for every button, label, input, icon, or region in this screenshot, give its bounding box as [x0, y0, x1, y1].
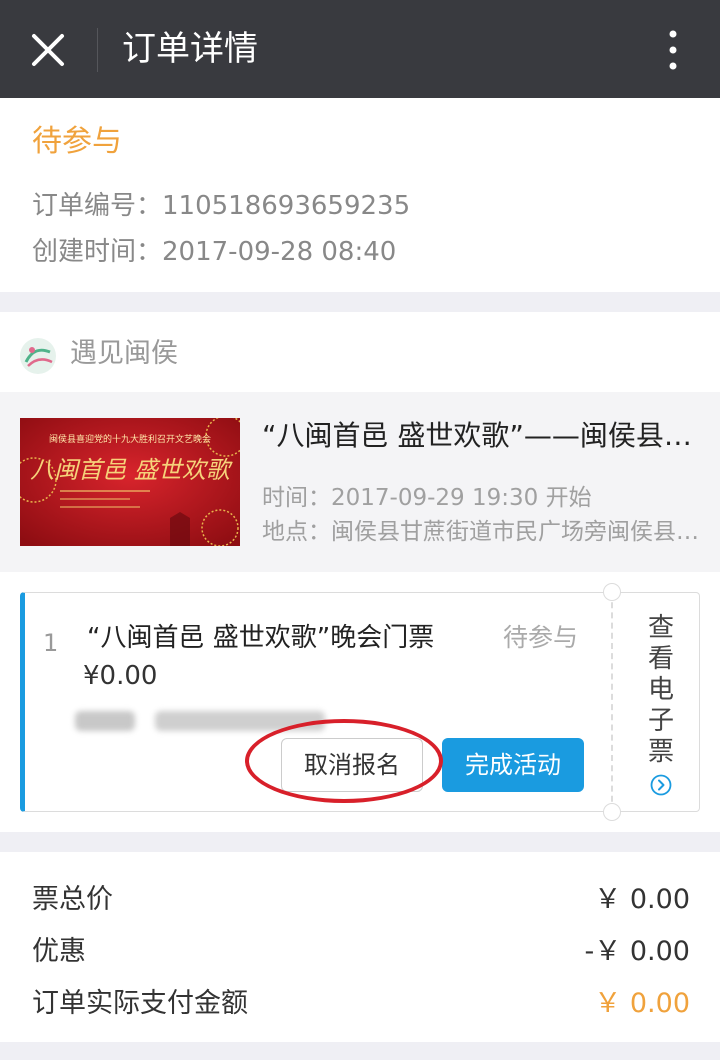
price-summary: 票总价 ￥ 0.00 优惠 -￥ 0.00 订单实际支付金额 ￥ 0.00: [0, 852, 720, 1042]
summary-label: 票总价: [32, 884, 113, 915]
ticket-name: “八闽首邑 盛世欢歌”晚会门票: [87, 623, 435, 653]
order-status-card: 待参与 订单编号：110518693659235 创建时间：2017-09-28…: [0, 98, 720, 292]
event-card: 遇见闽侯 闽侯县喜迎党的十九大胜利召开文艺晚会 八闽首邑 盛世欢歌 “八闽首邑 …: [0, 312, 720, 832]
page-title: 订单详情: [122, 29, 258, 69]
ticket-price: ¥0.00: [83, 661, 158, 691]
summary-value: -￥ 0.00: [584, 936, 690, 967]
event-time-label: 时间：: [262, 485, 331, 511]
event-row[interactable]: 闽侯县喜迎党的十九大胜利召开文艺晚会 八闽首邑 盛世欢歌 “八闽首邑 盛世欢歌”…: [0, 392, 720, 572]
event-place-row: 地点：闽侯县甘蔗街道市民广场旁闽侯县文化中心: [262, 516, 702, 548]
summary-label: 订单实际支付金额: [32, 988, 248, 1019]
view-e-ticket-label: 查看电子票: [647, 613, 674, 767]
order-number: 110518693659235: [162, 191, 411, 221]
close-icon[interactable]: [22, 24, 74, 76]
order-created-label: 创建时间：: [32, 237, 163, 267]
summary-row-discount: 优惠 -￥ 0.00: [0, 930, 720, 974]
summary-row-total: 票总价 ￥ 0.00: [0, 878, 720, 922]
chevron-right-circle-icon: [650, 774, 672, 796]
view-e-ticket-button[interactable]: 查看电子票: [623, 613, 699, 803]
summary-value: ￥ 0.00: [594, 988, 690, 1019]
order-status: 待参与: [32, 124, 122, 159]
more-vertical-icon[interactable]: [655, 24, 691, 76]
poster-heading: 闽侯县喜迎党的十九大胜利召开文艺晚会: [49, 433, 211, 445]
nav-bar: 订单详情: [0, 0, 720, 98]
order-number-label: 订单编号：: [32, 191, 163, 221]
poster-title: 八闽首邑 盛世欢歌: [30, 456, 234, 484]
event-place-label: 地点：: [262, 519, 331, 545]
order-number-row: 订单编号：110518693659235: [32, 188, 410, 224]
summary-label: 优惠: [32, 936, 86, 967]
ticket-notch: [603, 803, 621, 821]
event-place: 闽侯县甘蔗街道市民广场旁闽侯县文化中心: [331, 519, 702, 545]
organizer-name: 遇见闽侯: [70, 338, 178, 369]
ticket-perforation: [611, 592, 613, 812]
organizer-row[interactable]: 遇见闽侯: [0, 312, 720, 392]
event-poster: 闽侯县喜迎党的十九大胜利召开文艺晚会 八闽首邑 盛世欢歌: [20, 418, 240, 546]
event-time: 2017-09-29 19:30 开始: [331, 485, 592, 511]
cancel-registration-button[interactable]: 取消报名: [281, 738, 423, 792]
summary-value: ￥ 0.00: [594, 884, 690, 915]
redacted-text: [155, 711, 325, 731]
ticket-card: 1 “八闽首邑 盛世欢歌”晚会门票 待参与 ¥0.00 取消报名 完成活动 查看…: [20, 583, 700, 821]
ticket-status: 待参与: [503, 623, 579, 652]
complete-activity-button[interactable]: 完成活动: [442, 738, 584, 792]
event-title: “八闽首邑 盛世欢歌”——闽侯县喜迎党的十九大胜利召开文艺晚会: [262, 419, 702, 452]
ticket-index: 1: [43, 629, 59, 657]
order-created: 2017-09-28 08:40: [162, 237, 397, 267]
redacted-text: [75, 711, 135, 731]
organizer-logo-icon: [20, 338, 56, 374]
nav-divider: [97, 28, 98, 72]
ticket-notch: [603, 583, 621, 601]
event-time-row: 时间：2017-09-29 19:30 开始: [262, 482, 702, 514]
order-created-row: 创建时间：2017-09-28 08:40: [32, 234, 396, 270]
summary-row-paid: 订单实际支付金额 ￥ 0.00: [0, 982, 720, 1026]
